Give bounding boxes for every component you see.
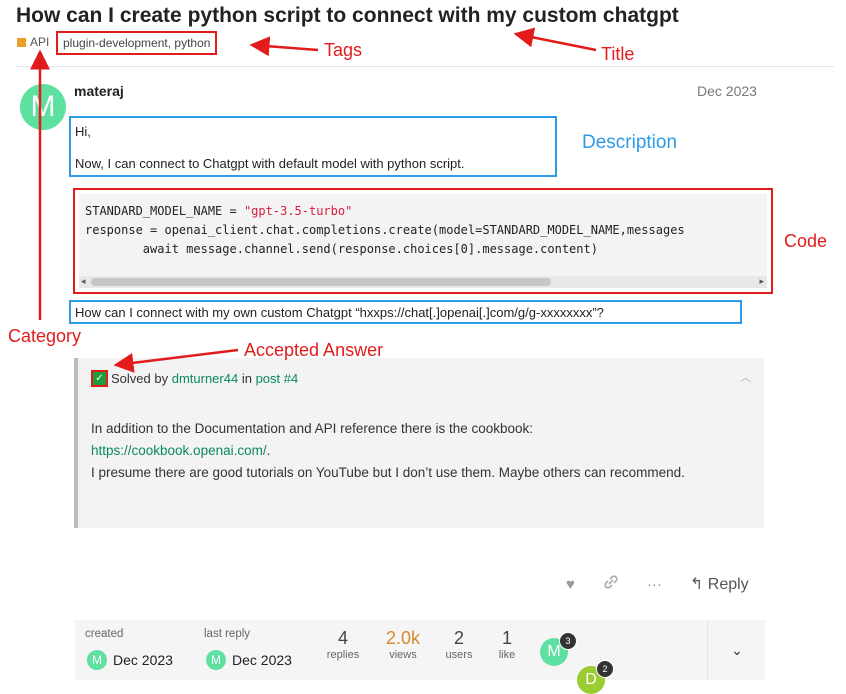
post-actions: ♥ ··· ↰ Reply <box>566 574 749 594</box>
participant-avatar[interactable]: M 3 <box>540 632 577 666</box>
category-badge[interactable]: API <box>17 35 49 49</box>
annotation-code: Code <box>784 231 828 251</box>
annotation-category: Category <box>8 326 82 346</box>
category-color-square <box>17 37 26 47</box>
solved-in-text: in <box>241 371 252 386</box>
arrow-tags <box>249 36 319 57</box>
views-label: views <box>389 649 417 661</box>
participant-avatar[interactable]: D 2 <box>577 660 614 694</box>
reply-label: Reply <box>707 576 749 593</box>
accepted-answer-body: In addition to the Documentation and API… <box>91 418 731 484</box>
users-count: 2 <box>453 628 464 648</box>
last-reply-date: Dec 2023 <box>232 652 292 668</box>
replies-stat: 4 replies <box>318 628 368 661</box>
category-label: API <box>30 35 50 49</box>
post-username[interactable]: materaj <box>74 83 124 99</box>
code-block: STANDARD_MODEL_NAME = "gpt-3.5-turbo" re… <box>79 194 767 288</box>
likes-count: 1 <box>501 628 512 648</box>
views-stat: 2.0k views <box>377 628 429 661</box>
avatar: M <box>206 650 226 670</box>
replies-count: 4 <box>337 628 348 648</box>
expand-topic-map-chevron-icon[interactable]: ⌄ <box>707 620 766 680</box>
last-reply-info[interactable]: M Dec 2023 <box>206 650 292 670</box>
participant-letter: M <box>547 643 561 660</box>
checkbox-icon: ✓ <box>91 370 108 387</box>
accepted-answer-header: ✓ Solved by dmturner44 in post #4 <box>91 370 298 387</box>
reply-button[interactable]: ↰ Reply <box>690 574 749 594</box>
likes-label: like <box>498 649 516 661</box>
created-info[interactable]: M Dec 2023 <box>87 650 173 670</box>
reply-icon: ↰ <box>689 576 704 593</box>
annotation-tags: Tags <box>324 40 363 60</box>
code-line-2: response = openai_client.chat.completion… <box>85 223 685 237</box>
annotation-description: Description <box>582 132 678 153</box>
likes-stat: 1 like <box>489 628 525 661</box>
heart-icon[interactable]: ♥ <box>566 576 575 593</box>
code-line-1: STANDARD_MODEL_NAME = <box>85 204 244 218</box>
arrow-title <box>513 27 597 52</box>
post-question: How can I connect with my own custom Cha… <box>69 300 742 324</box>
last-reply-label: last reply <box>204 628 251 640</box>
topic-title: How can I create python script to connec… <box>16 4 679 27</box>
annotation-accepted-answer: Accepted Answer <box>244 340 384 360</box>
code-string: "gpt-3.5-turbo" <box>243 204 353 218</box>
cookbook-link[interactable]: https://cookbook.openai.com/ <box>91 443 267 458</box>
scroll-left-arrow-icon[interactable]: ◂ <box>81 276 86 287</box>
users-stat: 2 users <box>437 628 481 661</box>
collapse-chevron-icon[interactable]: ︿ <box>740 369 751 385</box>
views-count: 2.0k <box>385 628 421 648</box>
replies-label: replies <box>326 649 360 661</box>
post-date[interactable]: Dec 2023 <box>697 83 757 99</box>
code-line-3: await message.channel.send(response.choi… <box>85 242 598 256</box>
post-count-badge: 3 <box>559 632 577 650</box>
scrollbar-thumb[interactable] <box>91 278 551 286</box>
avatar[interactable]: M <box>20 84 66 130</box>
solution-post-link[interactable]: post #4 <box>256 371 299 386</box>
code-text: STANDARD_MODEL_NAME = "gpt-3.5-turbo" re… <box>79 194 767 259</box>
post-count-badge: 2 <box>596 660 614 678</box>
avatar: M <box>87 650 107 670</box>
participant-letter: D <box>585 671 597 688</box>
solution-author-link[interactable]: dmturner44 <box>172 371 238 386</box>
more-icon[interactable]: ··· <box>647 576 662 593</box>
created-date: Dec 2023 <box>113 652 173 668</box>
tag-list[interactable]: plugin-development, python <box>56 31 218 55</box>
description-line: Now, I can connect to Chatgpt with defau… <box>75 156 465 171</box>
description-line: Hi, <box>75 124 91 139</box>
annotation-title: Title <box>601 44 635 64</box>
code-annotation-box: STANDARD_MODEL_NAME = "gpt-3.5-turbo" re… <box>73 188 773 294</box>
answer-line: In addition to the Documentation and API… <box>91 421 534 436</box>
code-horizontal-scrollbar[interactable]: ◂ ▸ <box>79 276 767 288</box>
answer-line: I presume there are good tutorials on Yo… <box>91 465 685 480</box>
scroll-right-arrow-icon[interactable]: ▸ <box>759 276 764 287</box>
created-label: created <box>85 628 124 640</box>
post-description: Hi, Now, I can connect to Chatgpt with d… <box>69 116 557 177</box>
users-label: users <box>445 649 473 661</box>
solved-prefix: Solved by <box>111 371 169 386</box>
link-icon[interactable] <box>603 574 619 594</box>
divider <box>16 66 834 67</box>
